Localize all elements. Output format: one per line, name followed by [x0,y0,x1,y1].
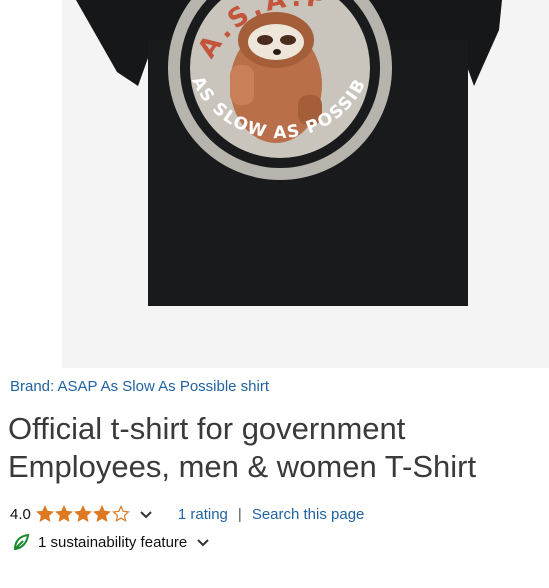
link-separator: | [237,505,242,523]
ratings-count-link[interactable]: 1 rating [178,506,228,523]
rating-value: 4.0 [10,505,31,523]
star-filled-icon [54,505,73,523]
star-empty-icon [111,505,130,523]
chevron-down-icon[interactable] [195,534,211,550]
product-image[interactable]: A.S.A.P AS SLOW AS POSSIBLE [62,0,549,368]
star-filled-icon [92,505,111,523]
brand-link[interactable]: Brand: ASAP As Slow As Possible shirt [10,378,269,395]
leaf-icon [12,533,30,551]
sustainability-row[interactable]: 1 sustainability feature [12,531,211,553]
search-this-page-link[interactable]: Search this page [252,506,365,523]
rating-row: 4.0 1 rating | Search this page [10,502,364,526]
sustainability-label[interactable]: 1 sustainability feature [38,534,187,551]
chevron-down-icon[interactable] [138,506,154,522]
product-title: Official t-shirt for government Employee… [8,411,477,484]
star-rating[interactable] [35,505,131,523]
star-filled-icon [35,505,54,523]
star-filled-icon [73,505,92,523]
